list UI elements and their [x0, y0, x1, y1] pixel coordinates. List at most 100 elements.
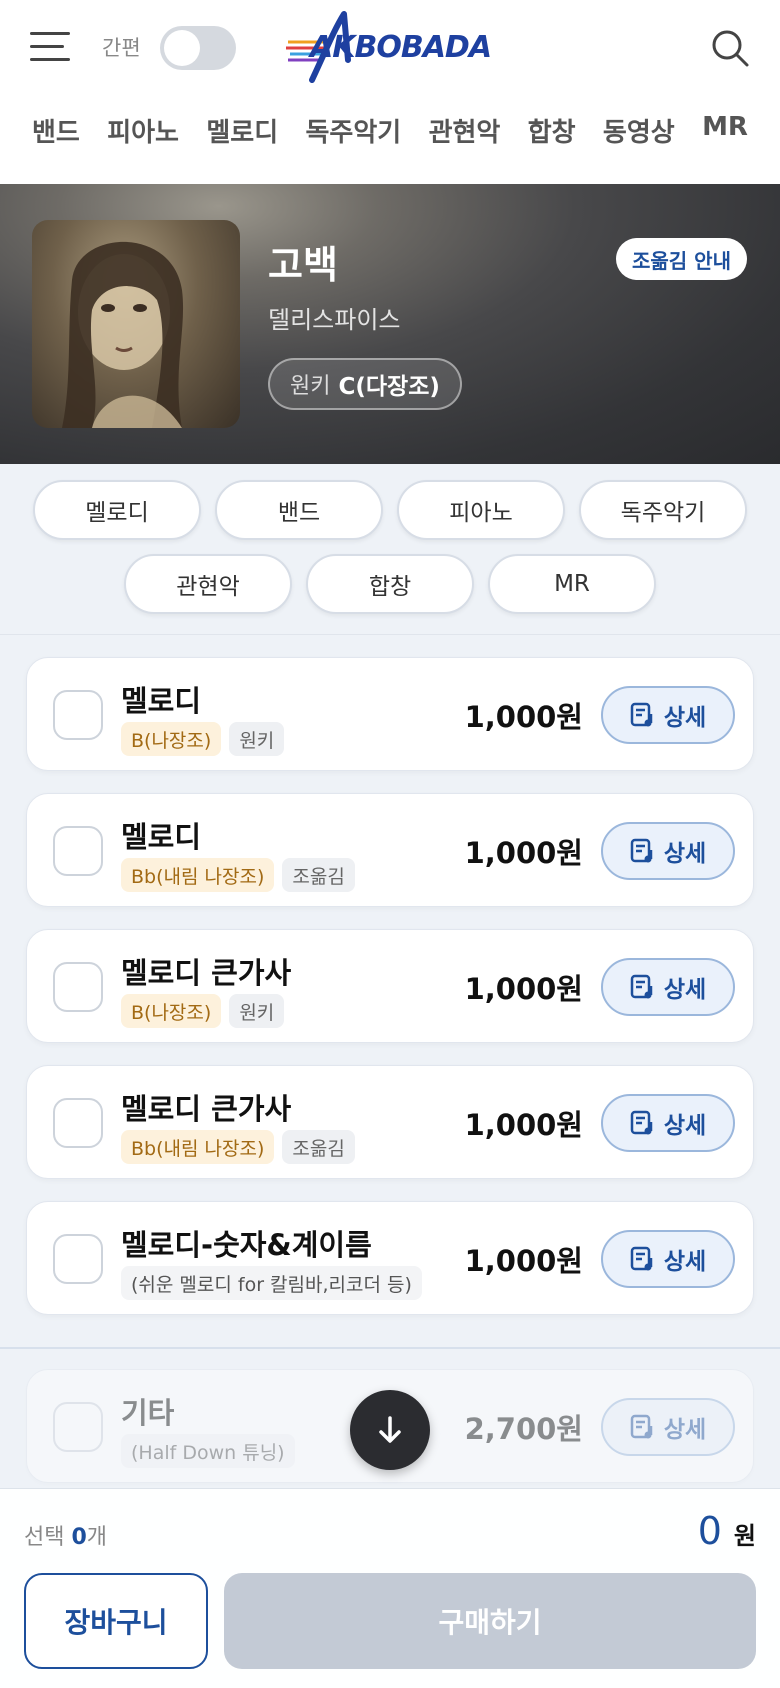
sheet-music-icon	[630, 1246, 653, 1271]
detail-label: 상세	[663, 1113, 707, 1139]
sheet-music-icon	[630, 1110, 653, 1135]
item-title: 멜로디 큰가사	[121, 1092, 292, 1126]
original-key-label: 원키	[290, 374, 331, 399]
purchase-bar: 선택 0개 0 원 장바구니 구매하기	[0, 1488, 780, 1688]
nav-item-melody[interactable]: 멜로디	[206, 112, 278, 158]
logo-text: AKBOBADA	[310, 30, 492, 65]
sheet-music-icon	[630, 702, 653, 727]
simple-mode-toggle[interactable]	[160, 26, 236, 70]
arrow-down-icon	[379, 1416, 401, 1443]
item-tags: Bb(내림 나장조) 조옮김	[121, 1130, 355, 1164]
item-checkbox[interactable]	[53, 826, 103, 876]
nav-item-piano[interactable]: 피아노	[107, 112, 179, 158]
item-checkbox[interactable]	[53, 962, 103, 1012]
toggle-knob	[164, 30, 200, 66]
key-tag: Bb(내림 나장조)	[121, 858, 275, 892]
detail-label: 상세	[663, 841, 707, 867]
add-to-cart-button[interactable]: 장바구니	[24, 1573, 208, 1669]
album-cover	[32, 220, 240, 428]
item-checkbox[interactable]	[53, 1098, 103, 1148]
nav-item-orchestra[interactable]: 관현악	[429, 112, 501, 158]
note-tag: (Half Down 튜닝)	[121, 1434, 295, 1468]
item-price: 1,000원	[464, 1108, 583, 1142]
type-tag: 조옮김	[282, 1130, 355, 1164]
item-tags: Bb(내림 나장조) 조옮김	[121, 858, 355, 892]
nav-item-video[interactable]: 동영상	[603, 112, 675, 158]
filter-chip-choir[interactable]: 합창	[306, 554, 474, 614]
total-unit: 원	[733, 1522, 756, 1550]
filter-chip-mr[interactable]: MR	[488, 554, 656, 614]
detail-button[interactable]: 상세	[601, 822, 735, 880]
filter-chip-band[interactable]: 밴드	[215, 480, 383, 540]
item-title: 멜로디	[121, 684, 202, 718]
key-tag: B(나장조)	[121, 994, 222, 1028]
item-tags: (Half Down 튜닝)	[121, 1434, 295, 1468]
section-divider	[0, 1347, 780, 1349]
original-key-value: C(다장조)	[338, 374, 440, 400]
song-artist: 델리스파이스	[268, 306, 401, 334]
detail-button[interactable]: 상세	[601, 958, 735, 1016]
type-tag: 조옮김	[282, 858, 355, 892]
list-item: 멜로디 큰가사 Bb(내림 나장조) 조옮김 1,000원 상세	[26, 1065, 754, 1179]
list-item: 멜로디 B(나장조) 원키 1,000원 상세	[26, 657, 754, 771]
selected-unit: 개	[86, 1525, 108, 1550]
detail-label: 상세	[663, 977, 707, 1003]
header: 간편 AKBOBADA 밴드 피아노 멜로디 독주악기 관현악 합창 동영상 M…	[0, 0, 780, 184]
detail-label: 상세	[663, 1249, 707, 1275]
nav-item-choir[interactable]: 합창	[528, 112, 576, 158]
nav-item-solo[interactable]: 독주악기	[306, 112, 402, 158]
item-price: 1,000원	[464, 1244, 583, 1278]
item-price: 2,700원	[464, 1412, 583, 1446]
transpose-info-button[interactable]: 조옮김 안내	[616, 238, 747, 280]
original-key-pill: 원키 C(다장조)	[268, 358, 462, 410]
item-price: 1,000원	[464, 972, 583, 1006]
sheet-music-icon	[630, 974, 653, 999]
item-checkbox[interactable]	[53, 1402, 103, 1452]
detail-button[interactable]: 상세	[601, 1398, 735, 1456]
item-tags: B(나장조) 원키	[121, 722, 285, 756]
item-title: 멜로디 큰가사	[121, 956, 292, 990]
category-filter: 멜로디 밴드 피아노 독주악기 관현악 합창 MR	[0, 464, 780, 634]
item-title: 멜로디	[121, 820, 202, 854]
nav-item-band[interactable]: 밴드	[32, 112, 80, 158]
song-title: 고백	[268, 243, 338, 287]
list-item: 멜로디 Bb(내림 나장조) 조옮김 1,000원 상세	[26, 793, 754, 907]
detail-button[interactable]: 상세	[601, 1094, 735, 1152]
filter-chip-piano[interactable]: 피아노	[397, 480, 565, 540]
category-nav: 밴드 피아노 멜로디 독주악기 관현악 합창 동영상 MR	[0, 112, 780, 158]
album-portrait-icon	[62, 241, 184, 428]
nav-item-mr[interactable]: MR	[702, 112, 748, 158]
item-tags: (쉬운 멜로디 for 칼림바,리코더 등)	[121, 1266, 422, 1300]
key-tag: Bb(내림 나장조)	[121, 1130, 275, 1164]
sheet-music-icon	[630, 1414, 653, 1439]
item-checkbox[interactable]	[53, 1234, 103, 1284]
type-tag: 원키	[229, 994, 285, 1028]
item-price: 1,000원	[464, 700, 583, 734]
simple-mode-label: 간편	[102, 36, 141, 60]
total-amount: 0	[697, 1509, 722, 1553]
item-tags: B(나장조) 원키	[121, 994, 285, 1028]
list-item: 멜로디-숫자&계이름 (쉬운 멜로디 for 칼림바,리코더 등) 1,000원…	[26, 1201, 754, 1315]
search-icon[interactable]	[710, 28, 750, 68]
scroll-down-button[interactable]	[350, 1390, 430, 1470]
sheet-music-icon	[630, 838, 653, 863]
type-tag: 원키	[229, 722, 285, 756]
detail-label: 상세	[663, 1417, 707, 1443]
total-price: 0 원	[698, 1509, 756, 1553]
filter-chip-solo[interactable]: 독주악기	[579, 480, 747, 540]
buy-button[interactable]: 구매하기	[224, 1573, 756, 1669]
filter-chip-orchestra[interactable]: 관현악	[124, 554, 292, 614]
item-checkbox[interactable]	[53, 690, 103, 740]
detail-button[interactable]: 상세	[601, 1230, 735, 1288]
selected-count: 선택 0개	[24, 1519, 107, 1551]
hamburger-menu-icon[interactable]	[30, 32, 70, 62]
song-hero: 고백 델리스파이스 원키 C(다장조) 조옮김 안내	[0, 184, 780, 464]
selected-count-value: 0	[71, 1525, 87, 1550]
filter-chip-melody[interactable]: 멜로디	[33, 480, 201, 540]
note-tag: (쉬운 멜로디 for 칼림바,리코더 등)	[121, 1266, 422, 1300]
detail-button[interactable]: 상세	[601, 686, 735, 744]
detail-label: 상세	[663, 705, 707, 731]
selected-label: 선택	[24, 1525, 65, 1550]
item-title: 기타	[121, 1396, 175, 1430]
item-price: 1,000원	[464, 836, 583, 870]
